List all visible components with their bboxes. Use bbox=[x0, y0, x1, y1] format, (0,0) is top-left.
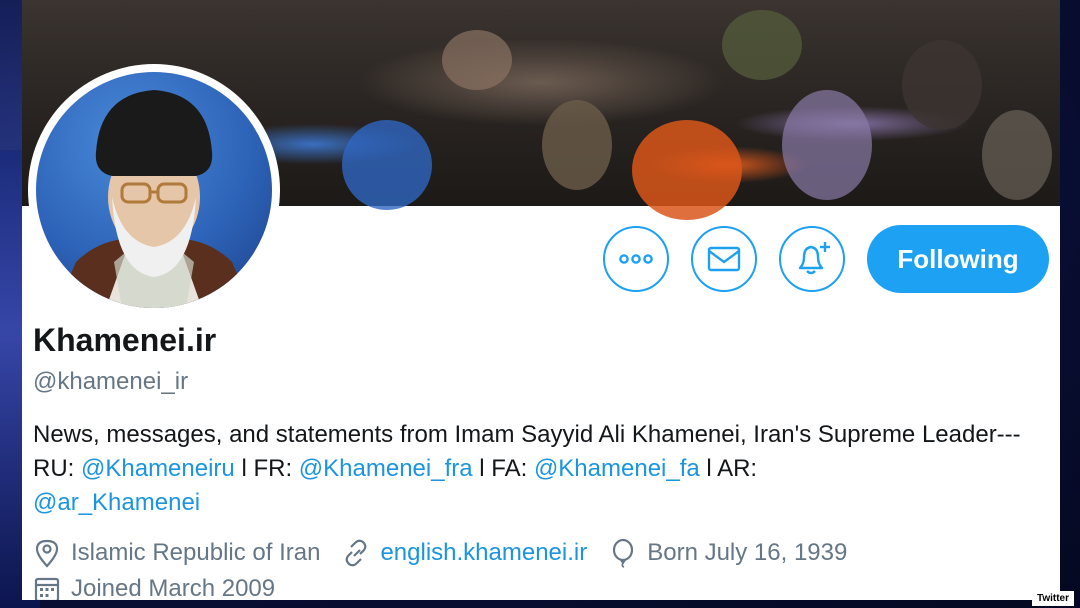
bio-link-fa[interactable]: @Khamenei_fa bbox=[534, 455, 700, 482]
balloon-icon bbox=[613, 538, 634, 568]
location-text: Islamic Republic of Iran bbox=[71, 539, 321, 566]
bio-link-ar[interactable]: @ar_Khamenei bbox=[33, 489, 200, 516]
more-options-button[interactable] bbox=[603, 226, 669, 292]
website-item: english.khamenei.ir bbox=[342, 538, 587, 568]
twitter-watermark: Twitter bbox=[1031, 591, 1074, 606]
joined-text: Joined March 2009 bbox=[71, 575, 276, 600]
website-link[interactable]: english.khamenei.ir bbox=[380, 539, 587, 567]
birthdate-text: Born July 16, 1939 bbox=[647, 539, 848, 566]
location-item: Islamic Republic of Iran bbox=[33, 538, 320, 568]
profile-handle: @khamenei_ir bbox=[33, 368, 189, 395]
notifications-button[interactable] bbox=[779, 226, 845, 292]
bio-link-fr[interactable]: @Khamenei_fra bbox=[299, 455, 473, 482]
profile-name: Khamenei.ir bbox=[33, 322, 217, 358]
message-button[interactable] bbox=[691, 226, 757, 292]
birthdate-item: Born July 16, 1939 bbox=[609, 538, 847, 568]
profile-card: Following Khamenei.ir @khamenei_ir News,… bbox=[22, 0, 1060, 600]
location-pin-icon bbox=[35, 539, 59, 568]
bell-plus-icon bbox=[798, 242, 830, 275]
link-icon bbox=[346, 539, 367, 567]
joined-item: Joined March 2009 bbox=[33, 574, 275, 600]
calendar-icon bbox=[34, 577, 60, 600]
profile-meta-row: Islamic Republic of Iran english.khamene… bbox=[33, 538, 869, 568]
envelope-icon bbox=[707, 246, 741, 272]
bio-link-ru[interactable]: @Khameneiru bbox=[81, 455, 235, 482]
avatar-portrait bbox=[56, 90, 252, 308]
bio-separator: l FR: bbox=[234, 455, 299, 482]
more-icon bbox=[619, 254, 653, 264]
avatar[interactable] bbox=[36, 72, 272, 308]
bio-separator: l FA: bbox=[472, 455, 534, 482]
profile-bio: News, messages, and statements from Imam… bbox=[33, 418, 1048, 520]
following-button[interactable]: Following bbox=[867, 225, 1049, 293]
bio-separator: l AR: bbox=[699, 455, 758, 482]
